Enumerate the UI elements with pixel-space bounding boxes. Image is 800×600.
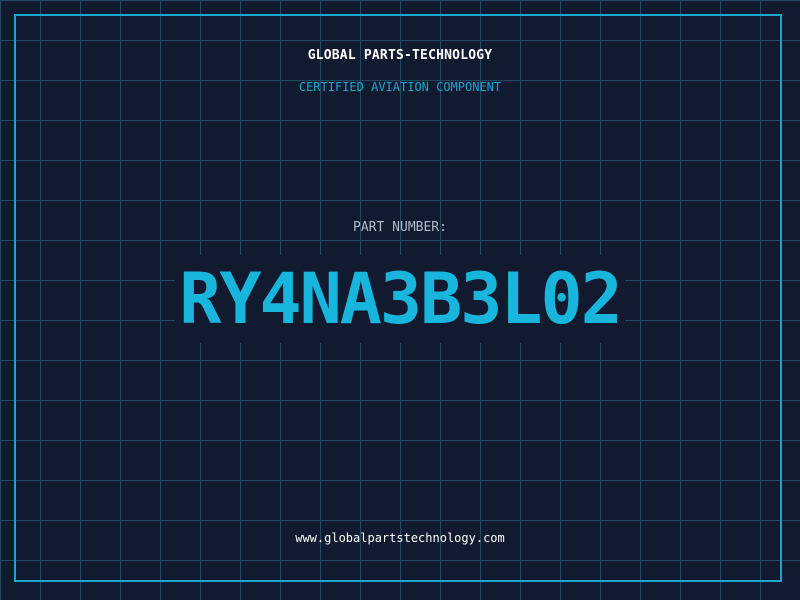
website-url: www.globalpartstechnology.com [295,531,505,545]
part-number-label: PART NUMBER: [353,220,447,235]
company-name: GLOBAL PARTS-TECHNOLOGY [307,48,493,63]
certification-subtitle: CERTIFIED AVIATION COMPONENT [298,80,502,94]
part-number-value: RY4NA3B3L02 [175,255,625,343]
